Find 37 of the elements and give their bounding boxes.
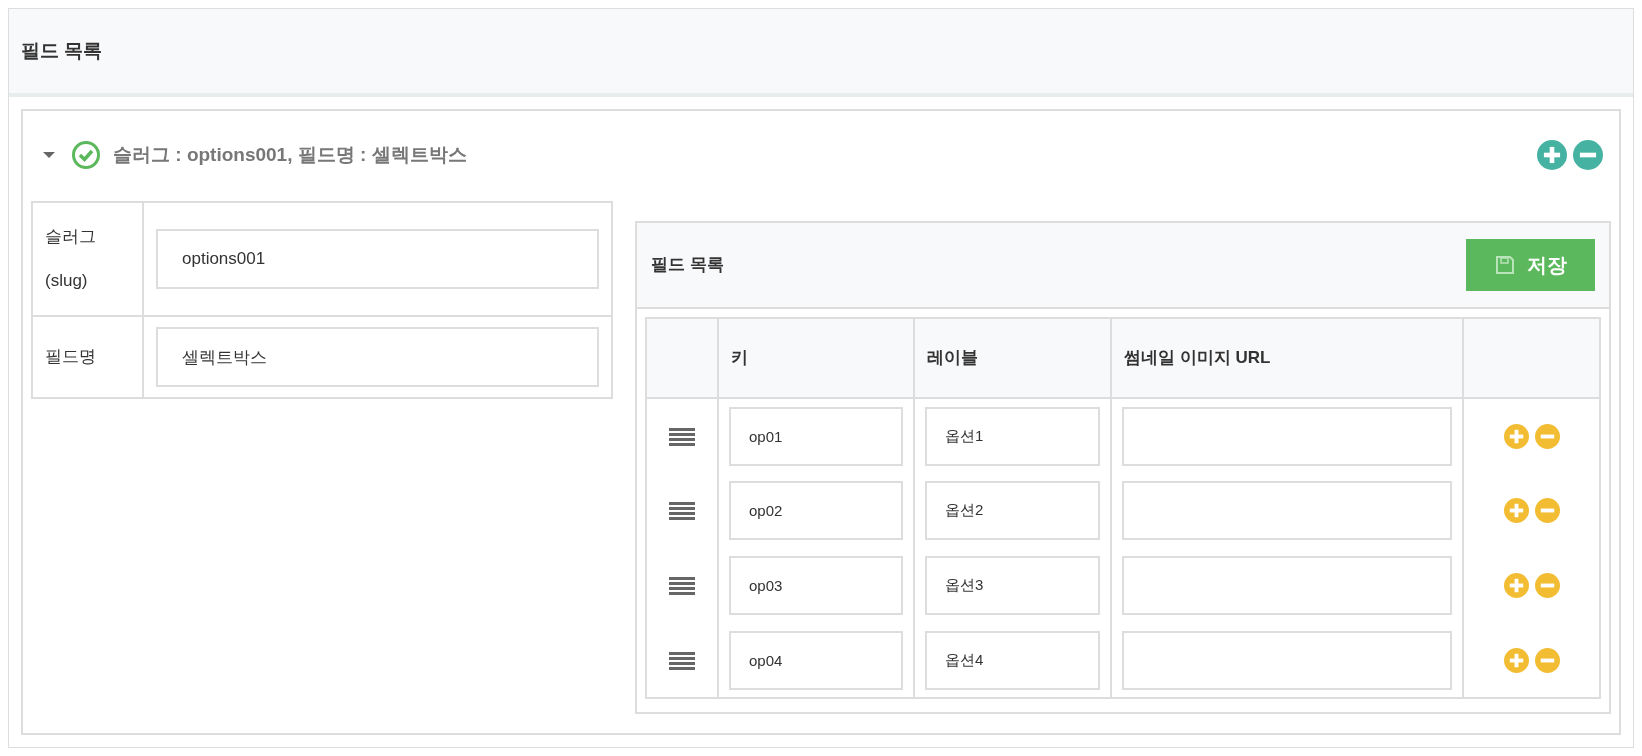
url-input[interactable] (1122, 630, 1452, 690)
column-header: 레이블 (927, 348, 978, 368)
key-input[interactable]: op02 (729, 481, 903, 540)
setting-label: 필드명 (32, 316, 143, 398)
field-summary: 슬러그 : options001, 필드명 : 셀렉트박스 (113, 142, 467, 167)
remove-icon[interactable] (1534, 423, 1560, 449)
panel-title: 필드 목록 (21, 38, 103, 63)
column-header: 키 (731, 348, 748, 368)
setting-label: 슬러그 (slug) (32, 202, 143, 316)
add-icon[interactable] (1503, 423, 1529, 449)
remove-icon[interactable] (1534, 573, 1560, 598)
remove-icon[interactable] (1573, 140, 1603, 170)
label-input[interactable]: 옵션4 (925, 630, 1100, 690)
label-input[interactable]: 옵션2 (925, 481, 1100, 540)
url-input[interactable] (1122, 406, 1452, 466)
key-input[interactable]: op01 (729, 406, 903, 466)
drag-handle-icon[interactable] (669, 426, 695, 447)
label-input[interactable]: 옵션1 (925, 406, 1100, 466)
url-input[interactable] (1122, 556, 1452, 615)
key-input[interactable]: op03 (729, 556, 903, 615)
drag-handle-icon[interactable] (669, 650, 695, 671)
add-icon[interactable] (1503, 498, 1529, 523)
column-header: 썸네일 이미지 URL (1124, 348, 1271, 368)
url-input[interactable] (1122, 481, 1452, 540)
label-input[interactable]: 옵션3 (925, 556, 1100, 615)
remove-icon[interactable] (1534, 647, 1560, 673)
add-icon[interactable] (1503, 573, 1529, 598)
drag-handle-icon[interactable] (669, 501, 695, 522)
add-icon[interactable] (1537, 140, 1567, 170)
remove-icon[interactable] (1534, 498, 1560, 523)
drag-handle-icon[interactable] (669, 576, 695, 597)
key-input[interactable]: op04 (729, 630, 903, 690)
setting-input[interactable]: options001 (156, 229, 599, 289)
caret-icon[interactable] (43, 149, 55, 161)
options-title: 필드 목록 (651, 254, 724, 277)
setting-input[interactable]: 셀렉트박스 (156, 327, 599, 387)
add-icon[interactable] (1503, 647, 1529, 673)
